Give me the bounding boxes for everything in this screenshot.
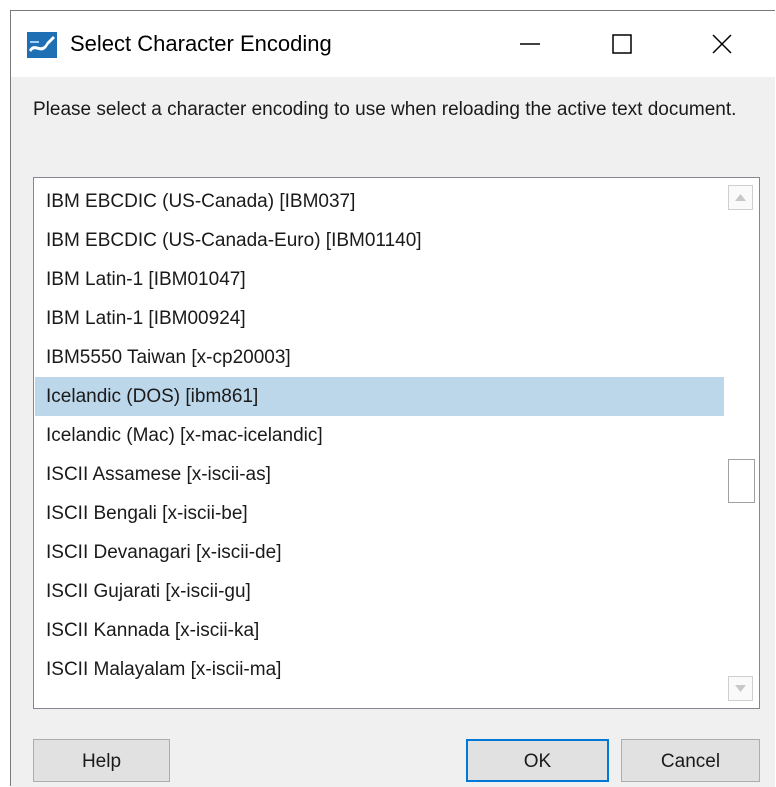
dialog-body: Please select a character encoding to us… <box>11 77 775 787</box>
vertical-scrollbar[interactable] <box>725 179 758 707</box>
scroll-up-button[interactable] <box>728 185 753 210</box>
title-bar[interactable]: Select Character Encoding <box>11 11 775 77</box>
arrow-down-icon <box>735 685 746 692</box>
arrow-up-icon <box>735 194 746 201</box>
list-item[interactable]: ISCII Kannada [x-iscii-ka] <box>35 611 724 650</box>
maximize-icon <box>612 34 632 54</box>
encoding-list[interactable]: IBM EBCDIC (US-Canada) [IBM037] IBM EBCD… <box>35 179 724 707</box>
cancel-button[interactable]: Cancel <box>621 739 760 782</box>
app-logo-icon <box>27 32 57 58</box>
list-item[interactable]: IBM5550 Taiwan [x-cp20003] <box>35 338 724 377</box>
list-item[interactable]: ISCII Devanagari [x-iscii-de] <box>35 533 724 572</box>
list-item[interactable]: IBM Latin-1 [IBM01047] <box>35 260 724 299</box>
minimize-icon <box>520 43 540 45</box>
dialog-title: Select Character Encoding <box>70 31 332 56</box>
list-item[interactable]: ISCII Bengali [x-iscii-be] <box>35 494 724 533</box>
ok-button[interactable]: OK <box>466 739 609 782</box>
help-button[interactable]: Help <box>33 739 170 782</box>
list-item[interactable]: ISCII Assamese [x-iscii-as] <box>35 455 724 494</box>
instruction-text: Please select a character encoding to us… <box>33 99 737 120</box>
minimize-button[interactable] <box>484 11 576 77</box>
list-item[interactable]: IBM Latin-1 [IBM00924] <box>35 299 724 338</box>
scroll-down-button[interactable] <box>728 676 753 701</box>
list-item[interactable]: IBM EBCDIC (US-Canada-Euro) [IBM01140] <box>35 221 724 260</box>
list-item[interactable]: ISCII Gujarati [x-iscii-gu] <box>35 572 724 611</box>
character-encoding-dialog: Select Character Encoding Please select … <box>10 10 775 787</box>
encoding-listbox[interactable]: IBM EBCDIC (US-Canada) [IBM037] IBM EBCD… <box>33 177 760 709</box>
close-icon <box>712 34 732 54</box>
list-item[interactable]: ISCII Malayalam [x-iscii-ma] <box>35 650 724 689</box>
maximize-button[interactable] <box>576 11 668 77</box>
scrollbar-thumb[interactable] <box>728 459 755 503</box>
list-item[interactable]: Icelandic (Mac) [x-mac-icelandic] <box>35 416 724 455</box>
list-item[interactable]: IBM EBCDIC (US-Canada) [IBM037] <box>35 182 724 221</box>
close-button[interactable] <box>668 11 776 77</box>
list-item-selected[interactable]: Icelandic (DOS) [ibm861] <box>35 377 724 416</box>
